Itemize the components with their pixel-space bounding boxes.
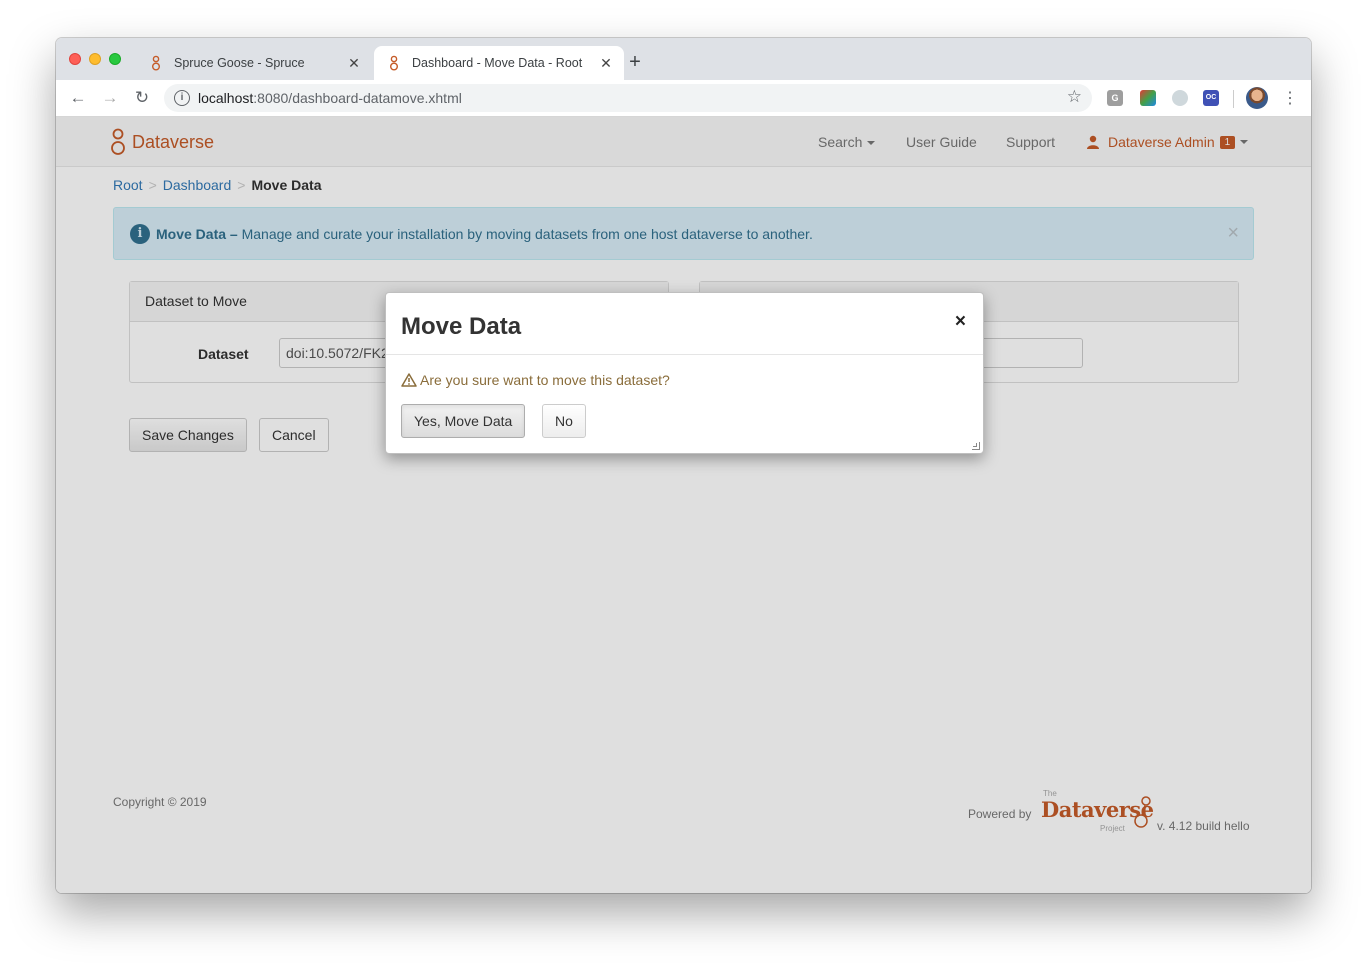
browser-window: Spruce Goose - Spruce ✕ Dashboard - Move…	[56, 38, 1311, 893]
browser-toolbar: ← → ↻ i localhost:8080/dashboard-datamov…	[56, 80, 1311, 117]
dataverse-favicon-icon	[151, 55, 160, 71]
tab-title: Spruce Goose - Spruce	[174, 56, 305, 70]
move-data-dialog: Move Data × Are you sure want to move th…	[385, 292, 984, 454]
page-content: Dataverse Search User Guide Support Data…	[56, 117, 1311, 893]
yes-move-data-button[interactable]: Yes, Move Data	[401, 404, 526, 438]
dataverse-favicon-icon	[389, 55, 398, 71]
color-picker-extension-icon[interactable]	[1140, 90, 1156, 106]
browser-tab-spruce[interactable]: Spruce Goose - Spruce ✕	[136, 46, 372, 80]
tab-close-icon[interactable]: ✕	[598, 55, 614, 72]
maximize-window-button[interactable]	[109, 53, 121, 65]
modal-title: Move Data	[401, 313, 522, 340]
close-icon[interactable]: ×	[955, 311, 966, 333]
browser-tab-dashboard[interactable]: Dashboard - Move Data - Root ✕	[374, 46, 624, 80]
toolbar-separator	[1233, 90, 1234, 108]
modal-warning: Are you sure want to move this dataset?	[401, 372, 670, 388]
grammarly-extension-icon[interactable]: G	[1107, 90, 1123, 106]
tab-title: Dashboard - Move Data - Root	[412, 56, 583, 70]
warning-icon	[401, 373, 417, 387]
address-bar[interactable]: i localhost:8080/dashboard-datamove.xhtm…	[164, 84, 1092, 112]
minimize-window-button[interactable]	[89, 53, 101, 65]
profile-avatar[interactable]	[1246, 87, 1268, 109]
modal-header: Move Data ×	[386, 293, 983, 355]
shield-extension-icon[interactable]	[1172, 90, 1188, 106]
tab-close-icon[interactable]: ✕	[346, 55, 362, 72]
warning-text: Are you sure want to move this dataset?	[420, 372, 670, 388]
back-arrow-icon[interactable]: ←	[68, 88, 88, 108]
modal-backdrop[interactable]	[56, 117, 1311, 893]
site-info-icon[interactable]: i	[174, 90, 190, 106]
close-window-button[interactable]	[69, 53, 81, 65]
oc-extension-icon[interactable]: OC	[1203, 90, 1219, 106]
new-tab-button[interactable]: +	[624, 52, 646, 74]
forward-arrow-icon[interactable]: →	[100, 88, 120, 108]
bookmark-star-icon[interactable]: ☆	[1067, 87, 1082, 107]
no-button[interactable]: No	[542, 404, 586, 438]
url-text[interactable]: localhost:8080/dashboard-datamove.xhtml	[198, 90, 462, 106]
reload-icon[interactable]: ↻	[132, 88, 152, 108]
resize-handle[interactable]	[972, 442, 980, 450]
tab-strip: Spruce Goose - Spruce ✕ Dashboard - Move…	[56, 38, 1311, 80]
browser-menu-icon[interactable]: ⋮	[1282, 88, 1298, 108]
